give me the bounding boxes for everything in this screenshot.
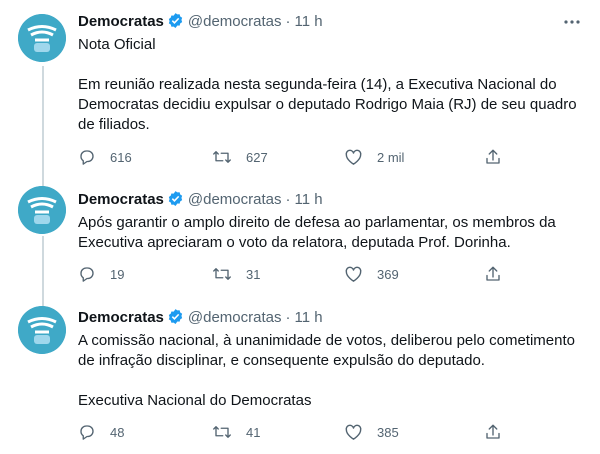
retweet-count: 31 [246,266,261,282]
tweet[interactable]: Democratas @democratas · 11 h A comissão na… [0,296,600,454]
verified-icon [167,308,184,331]
tweet[interactable]: Democratas @democratas · 11 h Após garantir… [0,178,600,296]
tweet-line: Executiva Nacional do Democratas [78,392,312,409]
reply-count: 616 [110,149,132,165]
more-icon[interactable] [562,14,582,24]
like-count: 385 [377,424,399,440]
tweet-header: Democratas @democratas · 11 h [78,308,584,328]
like-button[interactable]: 2 mil [344,147,404,167]
retweet-count: 627 [246,149,268,165]
reply-icon [80,267,94,282]
thread-line [42,236,44,306]
share-button[interactable] [484,264,516,284]
dot-separator: · [285,13,291,30]
verified-icon [167,12,184,35]
action-bar: 616 627 2 mil [78,147,600,167]
tweet-text: Após garantir o amplo direito de defesa … [78,213,584,253]
tweet-line [78,371,584,391]
share-icon [486,424,500,439]
avatar[interactable] [18,186,66,234]
display-name[interactable]: Democratas [78,309,164,326]
tweet-text: Nota Oficial Em reunião realizada nesta … [78,35,584,135]
tweet-text: A comissão nacional, à unanimidade de vo… [78,331,584,411]
tweet-line: de infração disciplinar, e consequente e… [78,352,485,369]
tweet-line: Democratas decidiu expulsar o deputado R… [78,96,577,113]
retweet-icon [213,426,231,438]
dot-separator: · [285,309,291,326]
display-name[interactable]: Democratas [78,13,164,30]
action-bar: 48 41 385 [78,422,600,442]
reply-icon [80,425,94,440]
like-button[interactable]: 369 [344,264,399,284]
retweet-button[interactable]: 41 [212,422,260,442]
retweet-count: 41 [246,424,261,440]
verified-icon [167,190,184,213]
retweet-button[interactable]: 627 [212,147,268,167]
retweet-icon [213,268,231,280]
share-icon [486,149,500,164]
reply-icon [80,150,94,165]
tweet-line: Em reunião realizada nesta segunda-feira… [78,76,557,93]
like-icon [345,266,362,282]
dot-separator: · [285,191,291,208]
timestamp[interactable]: 11 h [295,309,323,326]
avatar[interactable] [18,14,66,62]
reply-button[interactable]: 48 [78,422,124,442]
share-button[interactable] [484,422,516,442]
reply-button[interactable]: 616 [78,147,132,167]
timestamp[interactable]: 11 h [295,191,323,208]
tweet[interactable]: Democratas @democratas · 11 h Nota Oficial … [0,0,600,178]
reply-count: 19 [110,266,125,282]
timestamp[interactable]: 11 h [295,13,323,30]
handle[interactable]: @democratas [188,309,282,326]
tweet-line: Após garantir o amplo direito de defesa … [78,214,556,231]
like-icon [345,149,362,165]
tweet-line: A comissão nacional, à unanimidade de vo… [78,332,575,349]
tweet-line: de filiados. [78,116,150,133]
avatar[interactable] [18,306,66,354]
reply-button[interactable]: 19 [78,264,124,284]
reply-count: 48 [110,424,125,440]
like-button[interactable]: 385 [344,422,399,442]
tweet-line: Nota Oficial [78,36,156,53]
share-button[interactable] [484,147,516,167]
retweet-button[interactable]: 31 [212,264,260,284]
tweet-line [78,55,584,75]
display-name[interactable]: Democratas [78,191,164,208]
retweet-icon [213,151,231,163]
like-icon [345,424,362,440]
tweet-header: Democratas @democratas · 11 h [78,12,584,32]
handle[interactable]: @democratas [188,13,282,30]
tweet-header: Democratas @democratas · 11 h [78,190,584,210]
handle[interactable]: @democratas [188,191,282,208]
action-bar: 19 31 369 [78,264,600,284]
share-icon [486,266,500,281]
like-count: 2 mil [377,149,405,165]
like-count: 369 [377,266,399,282]
tweet-line: Executiva apreciaram o voto da relatora,… [78,234,511,251]
